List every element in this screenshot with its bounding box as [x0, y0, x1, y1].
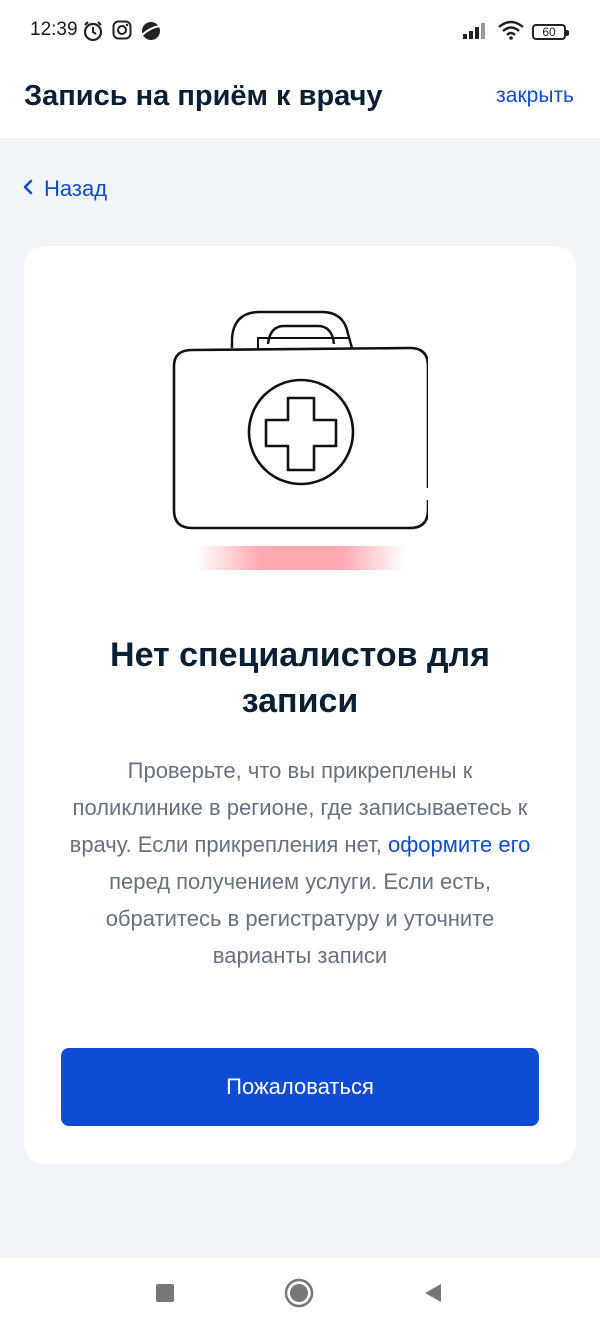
instagram-icon	[112, 20, 132, 46]
battery-icon: 60	[532, 24, 569, 40]
back-label: Назад	[44, 176, 108, 201]
app-header: Запись на приём к врачу закрыть	[0, 62, 600, 138]
status-icons-right: 60	[462, 20, 569, 44]
empty-state-card: Нет специалистов для записи Проверьте, ч…	[24, 246, 576, 1164]
system-navigation-bar	[0, 1258, 600, 1332]
status-bar: 12:39 60	[0, 0, 600, 62]
signal-icon	[462, 20, 490, 44]
empty-state-description: Проверьте, что вы прикреплены к поликлин…	[62, 752, 538, 974]
back-link[interactable]: Назад	[22, 176, 107, 202]
medical-kit-icon	[172, 308, 430, 576]
content-area: Назад Нет специалистов для записи Провер…	[0, 138, 600, 1258]
empty-state-title: Нет специалистов для записи	[110, 636, 490, 720]
close-link[interactable]: закрыть	[496, 84, 574, 108]
triangle-back-icon	[423, 1282, 443, 1308]
page-title: Запись на приём к врачу	[24, 80, 383, 112]
recent-apps-button[interactable]	[150, 1280, 180, 1310]
status-time: 12:39	[30, 19, 78, 40]
home-button[interactable]	[284, 1278, 314, 1312]
complain-button[interactable]: Пожаловаться	[61, 1048, 539, 1126]
back-button[interactable]	[418, 1280, 448, 1310]
planet-icon	[140, 20, 162, 46]
status-icons-left	[82, 20, 162, 46]
register-attachment-link[interactable]: оформите его	[388, 832, 530, 857]
alarm-icon	[82, 20, 104, 46]
description-text-part-2: перед получением услуги. Если есть, обра…	[105, 869, 495, 968]
wifi-icon	[498, 20, 524, 44]
chevron-left-icon	[22, 176, 34, 202]
square-icon	[155, 1283, 175, 1307]
circle-icon	[284, 1278, 314, 1312]
